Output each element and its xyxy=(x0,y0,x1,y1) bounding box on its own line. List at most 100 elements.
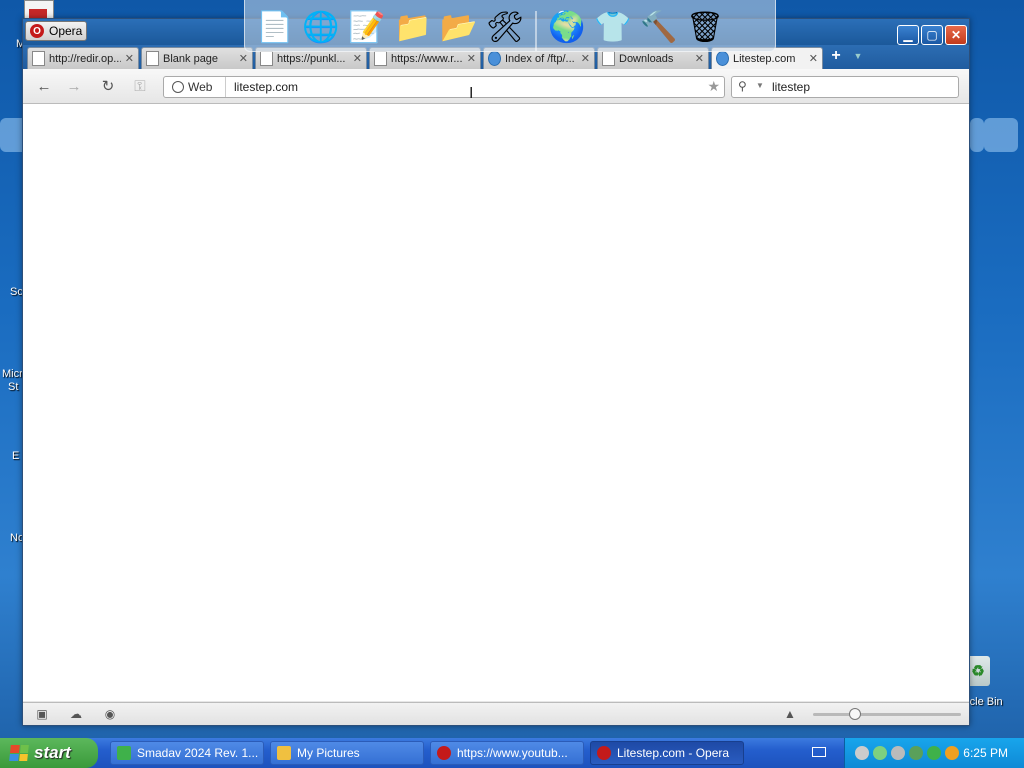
zoom-slider-knob[interactable] xyxy=(849,708,861,720)
page-content[interactable] xyxy=(23,104,969,701)
key-icon[interactable]: ⚿ xyxy=(129,76,151,96)
dock-separator xyxy=(535,11,537,51)
page-icon xyxy=(146,51,159,66)
downloads-icon xyxy=(602,51,615,66)
taskbar-item-smadav[interactable]: Smadav 2024 Rev. 1... xyxy=(110,741,264,765)
search-engine-dropdown-icon[interactable]: ▼ xyxy=(756,81,764,90)
taskbar-item-label: Litestep.com - Opera xyxy=(617,746,730,760)
keyboard-icon[interactable] xyxy=(812,747,826,757)
notes-icon[interactable]: 📝 xyxy=(347,5,387,51)
loading-icon xyxy=(488,51,501,66)
taskbar-item-label: My Pictures xyxy=(297,746,360,760)
close-tab-icon[interactable]: ✕ xyxy=(125,52,134,65)
text-editor-icon[interactable]: 📄 xyxy=(255,5,295,51)
search-bar[interactable]: ⚲ ▼ litestep xyxy=(731,76,959,98)
text-cursor-icon: I xyxy=(469,85,474,102)
tab-title: https://www.r... xyxy=(391,52,463,65)
search-icon[interactable]: ⚲ xyxy=(738,79,747,93)
tab-title: Downloads xyxy=(619,52,674,65)
browser-window: O Opera ▁ ▢ ✕ http://redir.op... ✕ Blank… xyxy=(22,18,970,726)
taskbar-item-litestep-opera[interactable]: Litestep.com - Opera xyxy=(590,741,744,765)
close-tab-icon[interactable]: ✕ xyxy=(239,52,248,65)
taskbar-item-label: https://www.youtub... xyxy=(457,746,568,760)
minimize-button[interactable]: ▁ xyxy=(897,25,919,45)
zoom-up-icon[interactable]: ▲ xyxy=(781,706,799,722)
smadav-tray-icon[interactable] xyxy=(927,746,941,760)
opera-menu-label: Opera xyxy=(49,24,83,38)
web-badge-label: Web xyxy=(188,80,213,94)
page-icon xyxy=(260,51,273,66)
start-button[interactable]: start xyxy=(0,738,98,768)
recycle-bin-label[interactable]: rcle Bin xyxy=(966,696,1003,708)
folder-icon xyxy=(277,746,291,760)
tab-title: Index of /ftp/... xyxy=(505,52,575,65)
folder-image-icon[interactable]: 📂 xyxy=(439,5,479,51)
desktop-tile-right-edge xyxy=(970,118,984,152)
sync-icon[interactable] xyxy=(873,746,887,760)
dock-bar: 📄 🌐 📝 📁 📂 🛠 🌍 👕 🔨 🗑 xyxy=(244,0,776,52)
desktop-label-3: Micr xyxy=(2,368,23,380)
opera-icon xyxy=(597,746,611,760)
start-label: start xyxy=(34,743,71,762)
close-tab-icon[interactable]: ✕ xyxy=(809,52,818,65)
close-tab-icon[interactable]: ✕ xyxy=(695,52,704,65)
tab-0[interactable]: http://redir.op... ✕ xyxy=(27,47,139,69)
recycle-bin-icon[interactable]: 🗑 xyxy=(685,5,725,51)
web-badge[interactable]: Web xyxy=(164,77,226,97)
navigation-toolbar: ← → ↻ ⚿ Web litestep.com I ★ ⚲ ▼ liteste… xyxy=(23,69,969,104)
desktop-tile-right xyxy=(984,118,1018,152)
panel-toggle-icon[interactable]: ▣ xyxy=(33,706,51,722)
taskbar-item-label: Smadav 2024 Rev. 1... xyxy=(137,746,259,760)
search-tray-icon[interactable] xyxy=(945,746,959,760)
globe-icon xyxy=(172,81,184,93)
close-tab-icon[interactable]: ✕ xyxy=(467,52,476,65)
globe-icon[interactable]: 🌐 xyxy=(301,5,341,51)
system-tray: 6:25 PM xyxy=(844,738,1024,768)
tab-title: https://punkl... xyxy=(277,52,346,65)
close-tab-icon[interactable]: ✕ xyxy=(353,52,362,65)
forward-button[interactable]: → xyxy=(63,76,85,96)
close-button[interactable]: ✕ xyxy=(945,25,967,45)
bookmark-star-icon[interactable]: ★ xyxy=(707,78,720,95)
page-icon xyxy=(374,51,387,66)
tshirt-icon[interactable]: 👕 xyxy=(593,5,633,51)
desktop-label-4: St xyxy=(8,381,19,393)
close-tab-icon[interactable]: ✕ xyxy=(581,52,590,65)
page-icon xyxy=(32,51,45,66)
network-icon[interactable] xyxy=(855,746,869,760)
browser-globe-icon[interactable]: 🌍 xyxy=(547,5,587,51)
taskbar: start Smadav 2024 Rev. 1... My Pictures … xyxy=(0,738,1024,768)
hammer-icon[interactable]: 🔨 xyxy=(639,5,679,51)
opera-icon xyxy=(437,746,451,760)
speed-dial-icon[interactable]: ◉ xyxy=(101,706,119,722)
volume-icon[interactable] xyxy=(891,746,905,760)
desktop-label-2: Sc xyxy=(10,286,23,298)
windows-logo-icon xyxy=(9,745,29,761)
maximize-button[interactable]: ▢ xyxy=(921,25,943,45)
opera-menu-button[interactable]: O Opera xyxy=(25,21,87,41)
folder-spreadsheet-icon[interactable]: 📁 xyxy=(393,5,433,51)
safely-remove-icon[interactable] xyxy=(909,746,923,760)
desktop-label-5: E xyxy=(12,450,20,462)
cloud-icon[interactable]: ☁ xyxy=(67,706,85,722)
taskbar-item-youtube[interactable]: https://www.youtub... xyxy=(430,741,584,765)
clock[interactable]: 6:25 PM xyxy=(963,746,1008,760)
globe-icon xyxy=(716,51,729,66)
zoom-slider[interactable] xyxy=(813,708,961,720)
address-bar[interactable]: Web litestep.com I ★ xyxy=(163,76,725,102)
opera-logo-icon: O xyxy=(30,24,44,38)
new-tab-button[interactable]: + xyxy=(825,47,847,69)
reload-button[interactable]: ↻ xyxy=(97,76,119,96)
search-input[interactable]: litestep xyxy=(772,80,810,94)
smadav-icon xyxy=(117,746,131,760)
tab-title: Blank page xyxy=(163,52,219,65)
taskbar-item-my-pictures[interactable]: My Pictures xyxy=(270,741,424,765)
back-button[interactable]: ← xyxy=(33,76,55,96)
tools-icon[interactable]: 🛠 xyxy=(485,5,525,51)
address-input[interactable]: litestep.com xyxy=(234,80,298,94)
status-bar: ▣ ☁ ◉ ▲ xyxy=(23,702,969,725)
window-controls: ▁ ▢ ✕ xyxy=(897,25,967,45)
tab-1[interactable]: Blank page ✕ xyxy=(141,47,253,69)
tab-menu-chevron-icon[interactable]: ▼ xyxy=(849,51,867,69)
tab-title: Litestep.com xyxy=(733,52,796,65)
